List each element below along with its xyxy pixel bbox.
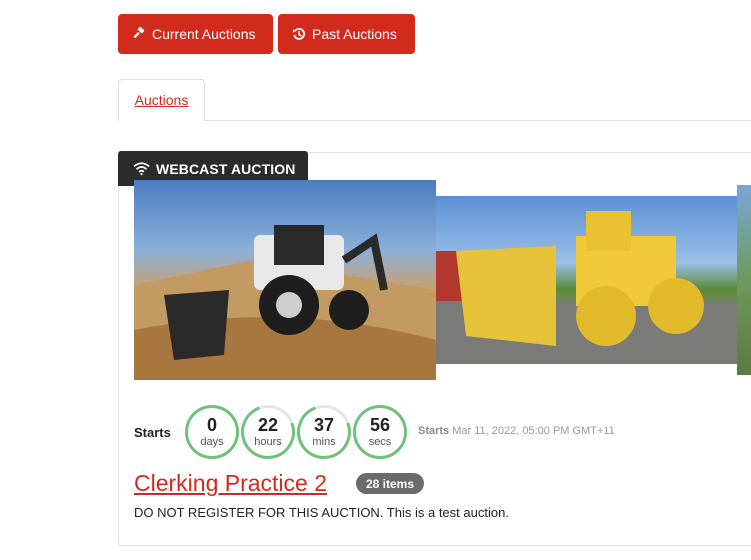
auction-image-partial[interactable] <box>737 185 751 375</box>
starts-info-datetime: Mar 11, 2022, 05:00 PM GMT+11 <box>452 425 615 437</box>
countdown-label: Starts <box>134 425 171 440</box>
starts-info-label: Starts <box>418 425 450 437</box>
tab-divider <box>118 120 751 121</box>
hours-unit: hours <box>254 436 282 448</box>
tab-auctions[interactable]: Auctions <box>118 79 205 121</box>
hours-value: 22 <box>257 415 279 435</box>
mins-unit: mins <box>312 436 336 448</box>
countdown-mins: 37 mins <box>297 405 351 459</box>
starts-datetime: Starts Mar 11, 2022, 05:00 PM GMT+11 <box>418 425 615 437</box>
gavel-icon <box>133 27 145 38</box>
countdown-hours: 22 hours <box>241 405 295 459</box>
auction-description: DO NOT REGISTER FOR THIS AUCTION. This i… <box>134 505 509 520</box>
webcast-badge-label: WEBCAST AUCTION <box>156 160 296 177</box>
wifi-icon <box>133 162 150 175</box>
items-count-badge: 28 items <box>356 473 425 494</box>
current-auctions-button[interactable]: Current Auctions <box>118 14 273 54</box>
past-auctions-label: Past Auctions <box>312 26 397 42</box>
auction-image-compactor[interactable] <box>436 196 737 364</box>
past-auctions-button[interactable]: Past Auctions <box>278 14 415 54</box>
secs-unit: secs <box>368 436 392 448</box>
secs-value: 56 <box>369 415 391 435</box>
countdown-days: 0 days <box>185 405 239 459</box>
days-unit: days <box>200 436 224 448</box>
auction-title-link[interactable]: Clerking Practice 2 <box>134 470 327 497</box>
tab-auctions-link[interactable]: Auctions <box>135 92 189 108</box>
mins-value: 37 <box>313 415 335 435</box>
days-value: 0 <box>206 415 217 435</box>
auction-image-backhoe[interactable] <box>134 180 436 380</box>
countdown-secs: 56 secs <box>353 405 407 459</box>
history-icon <box>293 28 305 40</box>
current-auctions-label: Current Auctions <box>152 26 256 42</box>
